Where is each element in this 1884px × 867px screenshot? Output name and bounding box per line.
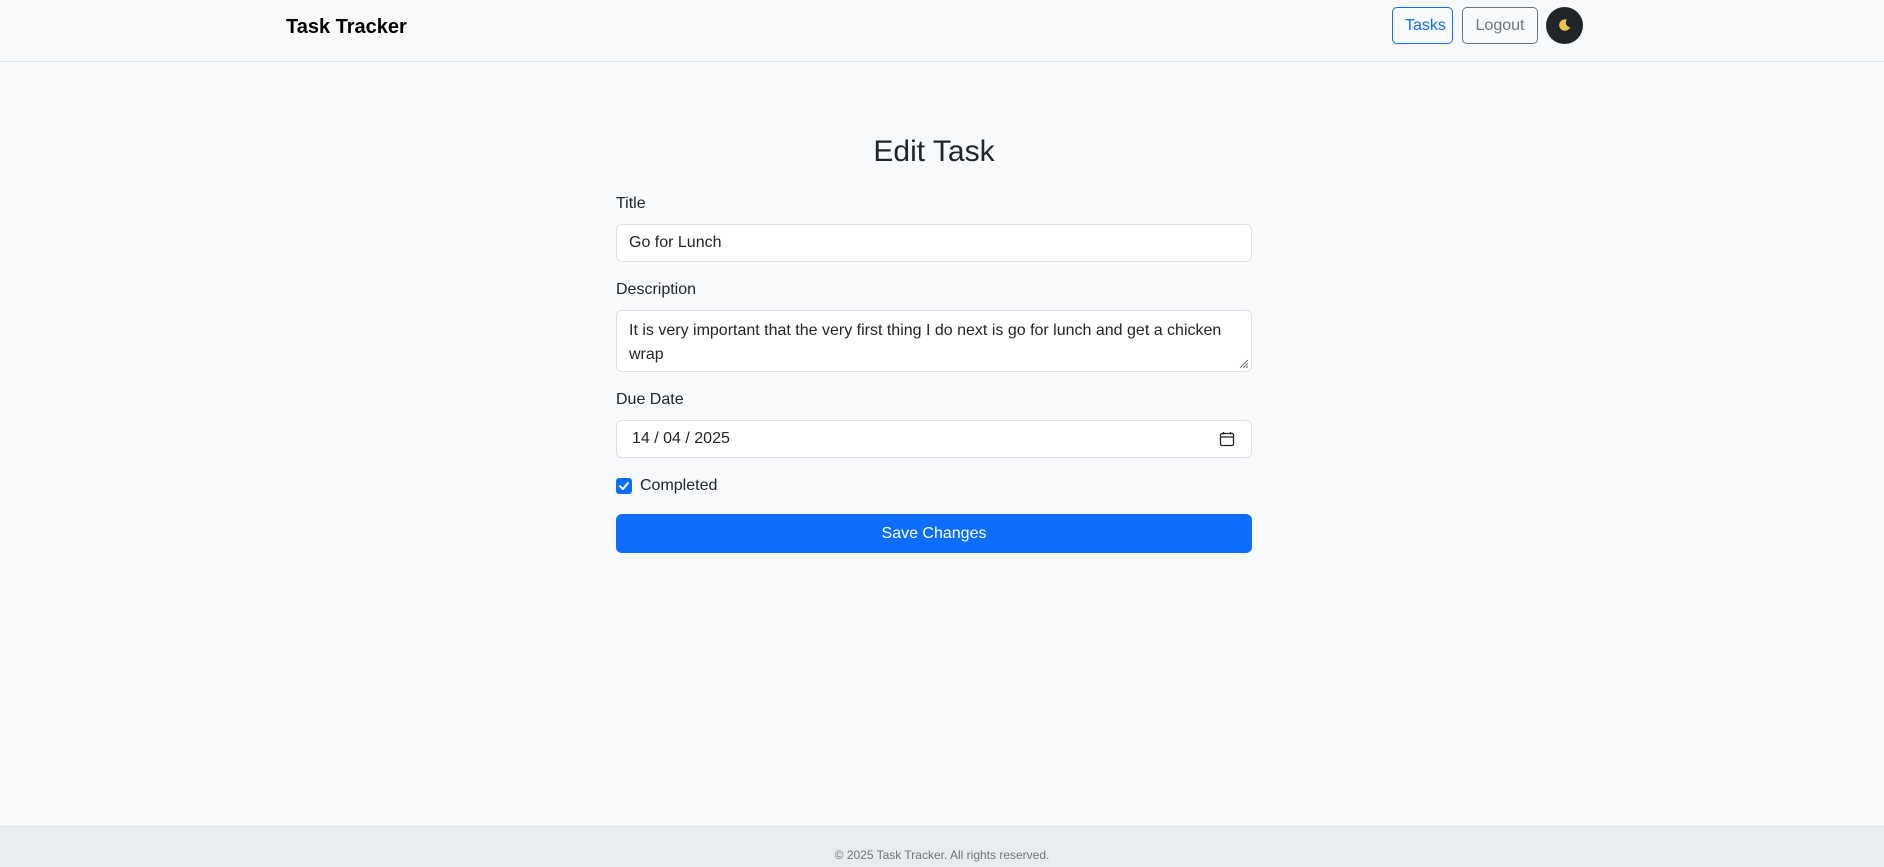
calendar-icon[interactable]: [1219, 431, 1235, 447]
navbar: Task Tracker Tasks Logout: [0, 0, 1884, 62]
completed-checkbox[interactable]: [616, 478, 632, 494]
completed-label[interactable]: Completed: [640, 476, 717, 496]
copyright-text: © 2025 Task Tracker. All rights reserved…: [834, 848, 1050, 862]
due-date-input[interactable]: 14 / 04 / 2025: [616, 420, 1252, 458]
checkmark-icon: [619, 482, 629, 490]
save-changes-button[interactable]: Save Changes: [616, 514, 1252, 553]
brand-logo[interactable]: Task Tracker: [286, 14, 407, 40]
theme-toggle-button[interactable]: [1546, 7, 1583, 44]
description-label: Description: [616, 281, 697, 298]
page-title: Edit Task: [873, 135, 995, 168]
description-textarea[interactable]: It is very important that the very first…: [616, 310, 1252, 372]
resize-handle-icon[interactable]: [1237, 357, 1249, 369]
due-date-label: Due Date: [616, 391, 684, 408]
tasks-button[interactable]: Tasks: [1392, 7, 1453, 44]
moon-icon: [1559, 19, 1571, 31]
due-date-value: 14 / 04 / 2025: [632, 430, 730, 447]
description-text: It is very important that the very first…: [629, 322, 1222, 363]
title-input[interactable]: Go for Lunch: [616, 224, 1252, 262]
logout-button[interactable]: Logout: [1462, 7, 1538, 44]
title-label: Title: [616, 195, 646, 212]
footer: © 2025 Task Tracker. All rights reserved…: [0, 826, 1884, 867]
